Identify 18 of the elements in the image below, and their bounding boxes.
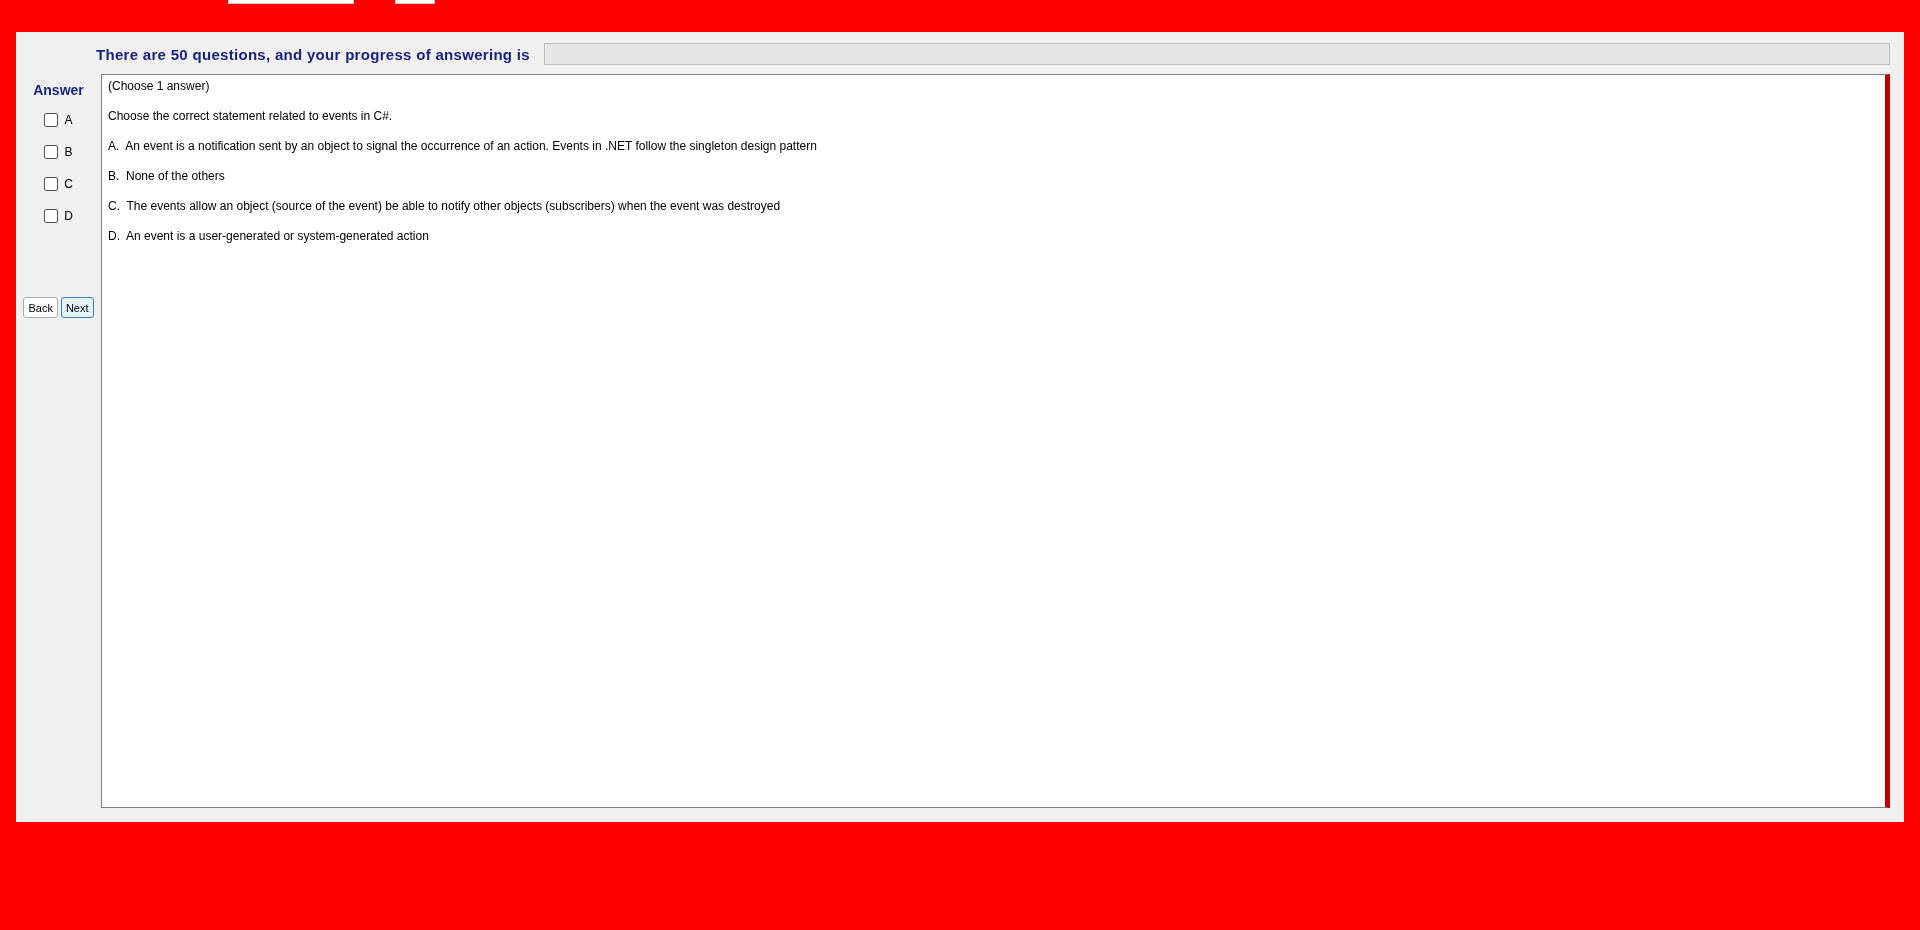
instruction-text: (Choose 1 answer) (108, 79, 211, 95)
progress-label: There are 50 questions, and your progress of answering is (96, 45, 530, 63)
option-label: D (64, 209, 73, 223)
choice-text: A. An event is a notification sent by an object to signal the occurrence of an action. Events in .NET follow the singleton design pattern (108, 139, 818, 155)
next-button[interactable]: Next (60, 297, 94, 318)
checkbox[interactable] (44, 145, 59, 159)
choice-text: D. An event is a user-generated or system-generated action (108, 229, 430, 245)
checkbox[interactable] (44, 113, 59, 127)
question-text: Choose the correct statement related to events in C#. (108, 109, 394, 125)
option-label: A (64, 113, 73, 127)
choice-text: B. None of the others (108, 169, 226, 185)
checkbox[interactable] (44, 209, 59, 223)
choice-text: C. The events allow an object (source of the event) be able to notify other objects (subscribers) when the event was destroyed (108, 199, 782, 215)
back-button[interactable]: Back (23, 297, 58, 318)
answer-title: Answer (33, 82, 84, 98)
option-label: B (64, 145, 73, 159)
checkbox[interactable] (44, 177, 59, 191)
option-label: C (64, 177, 73, 191)
